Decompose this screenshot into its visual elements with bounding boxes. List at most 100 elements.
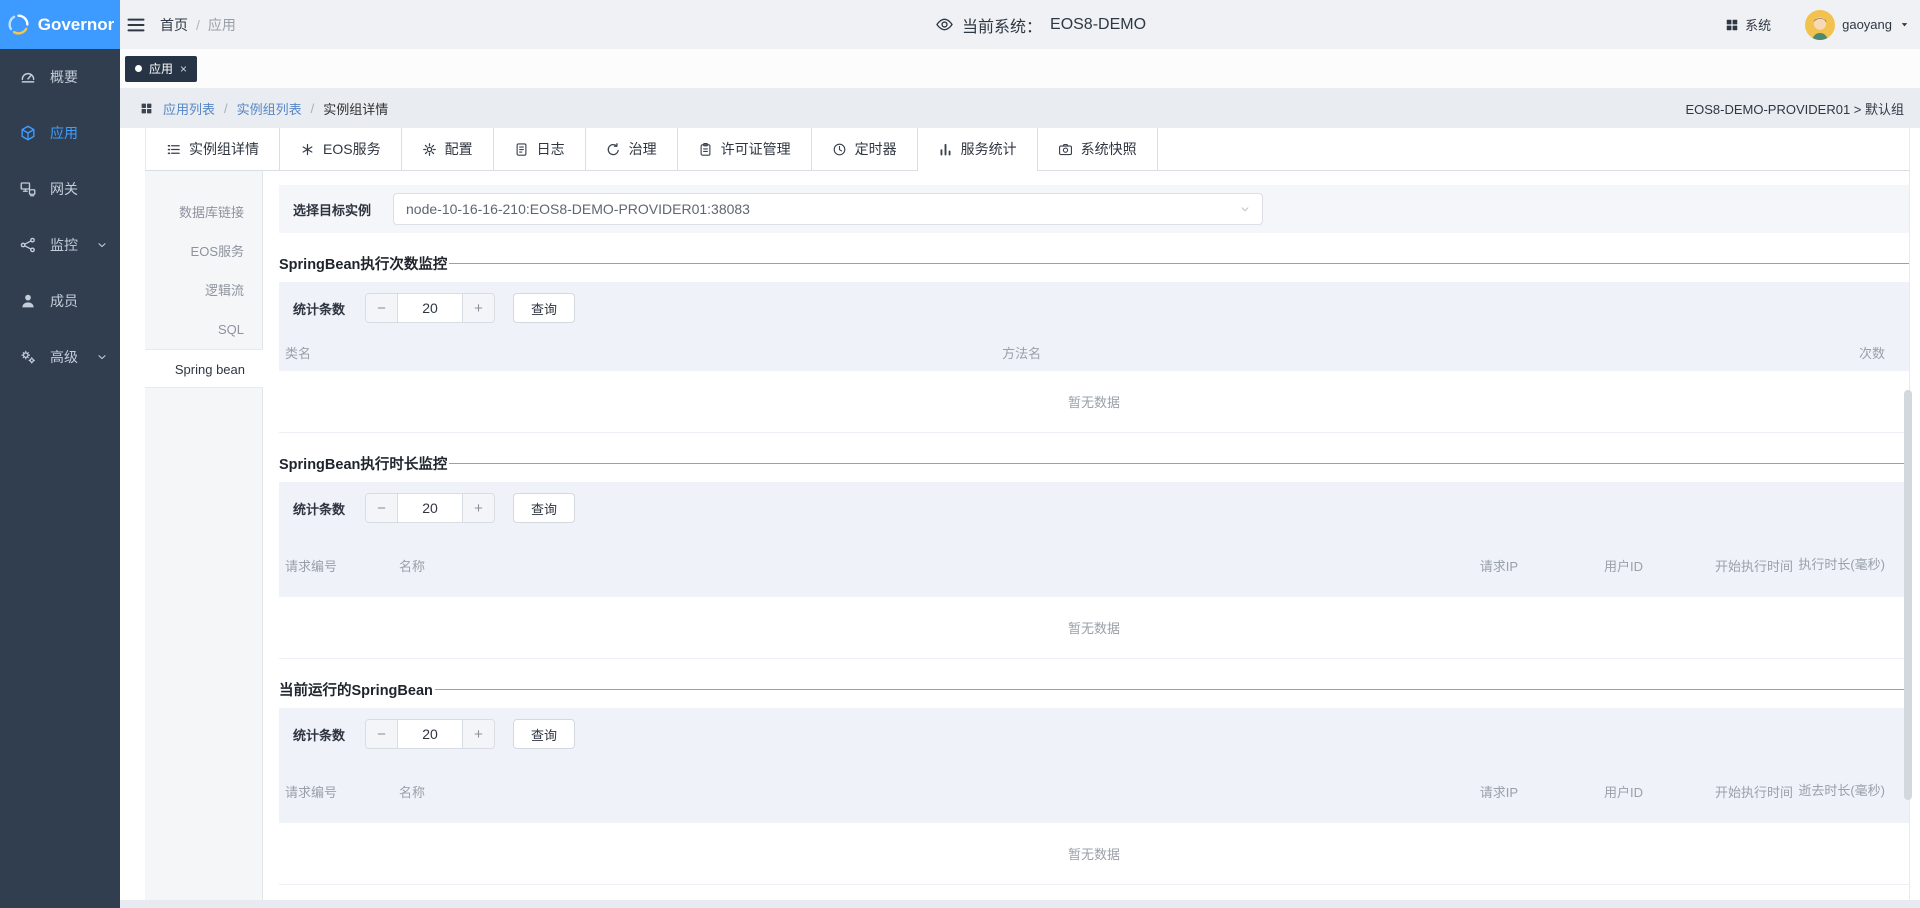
subnav-item-eos-service[interactable]: EOS服务: [145, 232, 262, 271]
grid-small-icon: [140, 102, 153, 115]
sidebar-item-applications[interactable]: 应用: [0, 105, 120, 161]
tab-instance-group-detail[interactable]: 实例组详情: [146, 128, 280, 170]
stepper-value-input[interactable]: 20: [398, 720, 462, 748]
subnav-item-db-connections[interactable]: 数据库链接: [145, 193, 262, 232]
current-system-label: 当前系统：: [962, 13, 1042, 37]
target-instance-select[interactable]: node-10-16-16-210:EOS8-DEMO-PROVIDER01:3…: [393, 193, 1263, 225]
active-dot-icon: [135, 65, 142, 72]
clock-icon: [832, 142, 847, 157]
user-menu[interactable]: gaoyang: [1805, 10, 1910, 40]
stepper-minus-button[interactable]: −: [366, 294, 398, 322]
subnav-item-spring-bean[interactable]: Spring bean: [145, 349, 263, 388]
logo-text: Governor: [38, 15, 115, 35]
eye-icon: [935, 15, 954, 34]
tab-eos-service[interactable]: EOS服务: [280, 128, 402, 170]
sidebar-item-label: 概要: [50, 67, 108, 87]
sidebar-item-label: 网关: [50, 179, 108, 199]
sidebar-item-label: 高级: [50, 347, 83, 367]
tab-chip-label: 应用: [149, 60, 173, 77]
sidebar-item-advanced[interactable]: 高级: [0, 329, 120, 385]
section-title: SpringBean执行时长监控: [279, 453, 447, 474]
tab-label: 服务统计: [961, 139, 1017, 159]
sidebar-item-overview[interactable]: 概要: [0, 49, 120, 105]
caret-down-icon: [1899, 19, 1910, 30]
stepper-minus-button[interactable]: −: [366, 494, 398, 522]
tab-governance[interactable]: 治理: [586, 128, 678, 170]
stepper-value-input[interactable]: 20: [398, 294, 462, 322]
breadcrumb-link-app-list[interactable]: 应用列表: [163, 99, 215, 118]
tab-label: 配置: [445, 139, 473, 159]
tab-license-management[interactable]: 许可证管理: [678, 128, 812, 170]
breadcrumb-link-instance-group-list[interactable]: 实例组列表: [237, 99, 302, 118]
document-icon: [514, 142, 529, 157]
column-user-id: 用户ID: [1518, 556, 1643, 575]
grid-icon: [1725, 18, 1739, 32]
gear-icon: [422, 142, 437, 157]
system-menu[interactable]: 系统: [1725, 15, 1771, 34]
tab-config[interactable]: 配置: [402, 128, 494, 170]
empty-state: 暂无数据: [279, 371, 1909, 433]
breadcrumb-current: 实例组详情: [323, 99, 388, 118]
tab-label: 治理: [629, 139, 657, 159]
query-button[interactable]: 查询: [513, 719, 575, 749]
column-elapsed-ms: 逝去时长(毫秒): [1793, 781, 1885, 801]
stepper-plus-button[interactable]: +: [462, 294, 494, 322]
stepper-plus-button[interactable]: +: [462, 720, 494, 748]
logo[interactable]: Governor: [0, 0, 120, 49]
tab-service-stats[interactable]: 服务统计: [918, 128, 1038, 170]
stat-count-stepper: − 20 +: [365, 719, 495, 749]
query-button[interactable]: 查询: [513, 293, 575, 323]
tab-timer[interactable]: 定时器: [812, 128, 918, 170]
column-request-id: 请求编号: [285, 556, 373, 575]
horizontal-scrollbar[interactable]: [120, 900, 1920, 908]
stats-subnav: 数据库链接 EOS服务 逻辑流 SQL Spring bean: [145, 171, 263, 900]
sidebar: 概要 应用 网关 监控 成员: [0, 49, 120, 908]
bar-chart-icon: [938, 142, 953, 157]
target-instance-label: 选择目标实例: [293, 200, 371, 219]
topbar: Governor 首页 / 应用 当前系统： EOS8-DEMO: [0, 0, 1920, 49]
gateway-icon: [19, 180, 37, 198]
column-request-ip: 请求IP: [1388, 782, 1518, 801]
sidebar-item-monitoring[interactable]: 监控: [0, 217, 120, 273]
section-divider: [435, 689, 1909, 690]
refresh-circle-icon: [606, 142, 621, 157]
subnav-item-sql[interactable]: SQL: [145, 310, 262, 349]
table-header: 请求编号 名称 请求IP 用户ID 开始执行时间 执行时长(毫秒): [279, 533, 1909, 597]
avatar: [1805, 10, 1835, 40]
breadcrumb-home[interactable]: 首页: [160, 15, 188, 35]
stepper-value-input[interactable]: 20: [398, 494, 462, 522]
gears-icon: [19, 348, 37, 366]
hamburger-icon[interactable]: [126, 15, 146, 35]
current-system-value: EOS8-DEMO: [1050, 16, 1146, 34]
sidebar-item-members[interactable]: 成员: [0, 273, 120, 329]
sidebar-item-label: 成员: [50, 291, 108, 311]
stat-count-stepper: − 20 +: [365, 493, 495, 523]
username: gaoyang: [1842, 17, 1892, 32]
stepper-plus-button[interactable]: +: [462, 494, 494, 522]
breadcrumb-separator: /: [196, 17, 200, 33]
subnav-item-logic-flow[interactable]: 逻辑流: [145, 271, 262, 310]
section-title: SpringBean执行次数监控: [279, 253, 447, 274]
share-nodes-icon: [19, 236, 37, 254]
close-icon[interactable]: ×: [180, 62, 187, 76]
breadcrumb-separator: /: [224, 101, 228, 116]
column-request-ip: 请求IP: [1388, 556, 1518, 575]
vertical-scrollbar-thumb[interactable]: [1904, 390, 1912, 800]
column-user-id: 用户ID: [1518, 782, 1643, 801]
tab-label: 系统快照: [1081, 139, 1137, 159]
sidebar-item-gateway[interactable]: 网关: [0, 161, 120, 217]
tab-logs[interactable]: 日志: [494, 128, 586, 170]
detail-card: 实例组详情 EOS服务 配置: [145, 128, 1910, 900]
stat-count-stepper: − 20 +: [365, 293, 495, 323]
tab-system-snapshot[interactable]: 系统快照: [1038, 128, 1158, 170]
tab-label: 定时器: [855, 139, 897, 159]
query-button[interactable]: 查询: [513, 493, 575, 523]
tab-label: 日志: [537, 139, 565, 159]
empty-state: 暂无数据: [279, 823, 1909, 885]
stepper-minus-button[interactable]: −: [366, 720, 398, 748]
tab-chip-applications[interactable]: 应用 ×: [125, 56, 197, 82]
tab-label: 实例组详情: [189, 139, 259, 159]
tab-label: EOS服务: [323, 139, 381, 159]
column-start-time: 开始执行时间: [1643, 556, 1793, 575]
table-header: 请求编号 名称 请求IP 用户ID 开始执行时间 逝去时长(毫秒): [279, 759, 1909, 823]
